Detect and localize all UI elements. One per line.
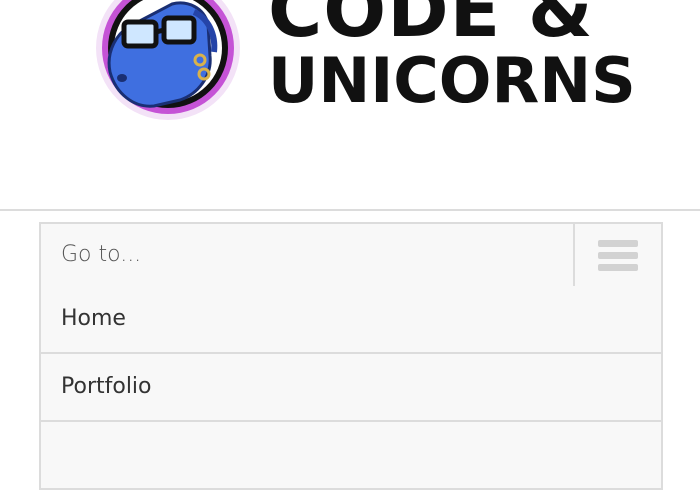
site-header: CODE & UNICORNS	[0, 0, 700, 209]
menu-item-next[interactable]	[39, 422, 663, 490]
hamburger-icon-bar	[598, 264, 638, 271]
menu-toggle-button[interactable]	[573, 224, 661, 286]
logo-text-unicorns: UNICORNS	[268, 44, 636, 117]
site-logo[interactable]: CODE & UNICORNS	[76, 0, 636, 120]
unicorn-mascot-icon	[96, 0, 240, 120]
menu-item-label: Portfolio	[61, 374, 152, 399]
menu-item-label: Home	[61, 306, 126, 331]
hamburger-icon-bar	[598, 252, 638, 259]
logo-text-code: CODE &	[268, 0, 594, 54]
menu-item-portfolio[interactable]: Portfolio	[39, 354, 663, 422]
header-divider	[0, 209, 700, 211]
goto-label: Go to...	[61, 242, 142, 267]
goto-dropdown[interactable]: Go to...	[39, 222, 663, 288]
menu-item-home[interactable]: Home	[39, 286, 663, 354]
hamburger-icon	[598, 240, 638, 247]
